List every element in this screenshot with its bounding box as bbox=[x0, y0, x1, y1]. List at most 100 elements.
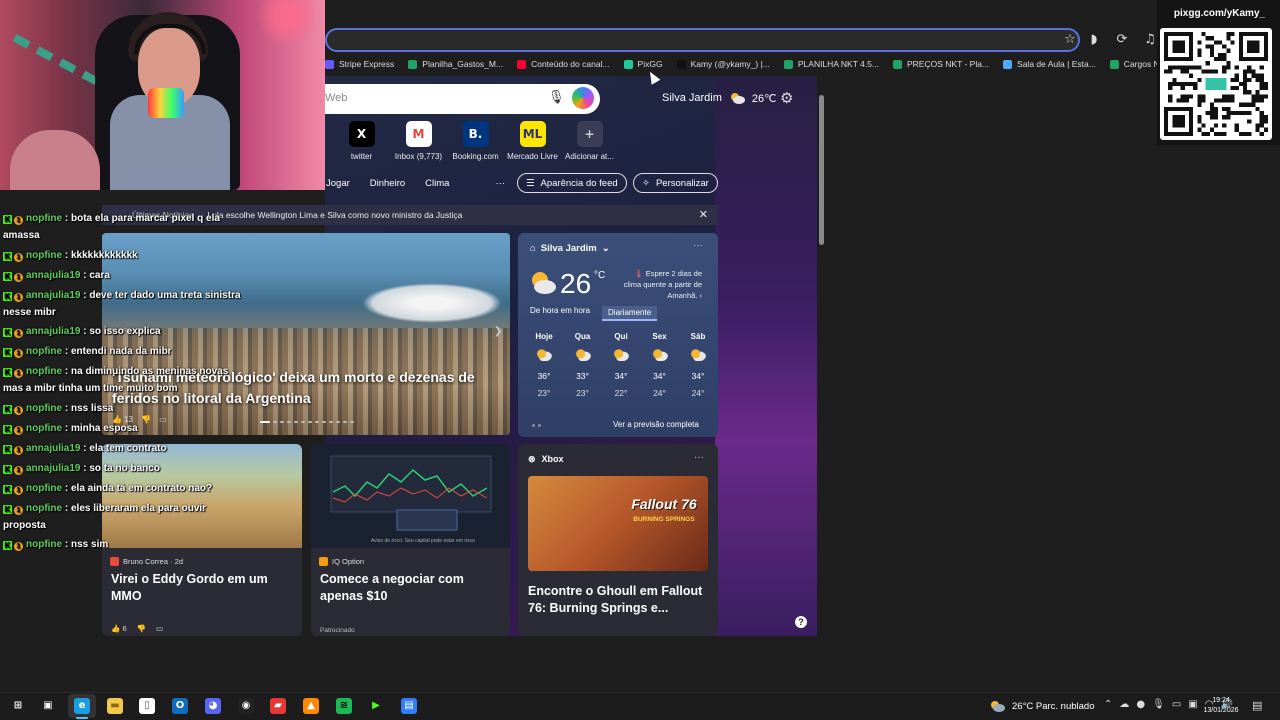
full-forecast-link[interactable]: Ver a previsão completa bbox=[613, 420, 699, 429]
carousel-dot[interactable] bbox=[260, 421, 270, 423]
dislike-icon[interactable]: 👎 bbox=[137, 624, 146, 633]
carousel-dot[interactable] bbox=[308, 421, 312, 423]
clock[interactable]: 19:24 13/01/2026 bbox=[1200, 696, 1242, 716]
outlook-icon[interactable]: O bbox=[172, 698, 188, 714]
chat-username[interactable]: nopfine bbox=[26, 539, 62, 550]
bookmark-item[interactable]: PREÇOS NKT - Pla... bbox=[893, 59, 989, 69]
ad-card-iq-option[interactable]: Aviso de risco: Seu capital pode estar e… bbox=[311, 444, 510, 636]
nav-item-dinheiro[interactable]: Dinheiro bbox=[370, 178, 405, 189]
quick-link-0[interactable]: Xtwitter bbox=[333, 121, 390, 161]
nav-more-icon[interactable]: ··· bbox=[495, 178, 505, 189]
chat-username[interactable]: nopfine bbox=[26, 346, 62, 357]
chat-username[interactable]: annajulia19 bbox=[26, 443, 80, 454]
carousel-dot[interactable] bbox=[336, 421, 340, 423]
chevron-right-icon[interactable]: ❯ bbox=[494, 326, 502, 337]
tab-hourly[interactable]: De hora em hora bbox=[530, 306, 590, 321]
forecast-day[interactable]: Hoje 36° 23° bbox=[528, 332, 560, 398]
app-icon[interactable]: ▤ bbox=[401, 698, 417, 714]
carousel-dot[interactable] bbox=[294, 421, 298, 423]
quick-link-3[interactable]: ML Mercado Livre bbox=[504, 121, 561, 161]
settings-gear-icon[interactable]: ⚙ bbox=[780, 89, 793, 107]
explorer-icon[interactable]: ▬ bbox=[107, 698, 123, 714]
nav-item-clima[interactable]: Clima bbox=[425, 178, 449, 189]
page-dot[interactable] bbox=[532, 424, 535, 427]
carousel-dot[interactable] bbox=[287, 421, 291, 423]
page-dot[interactable] bbox=[538, 424, 541, 427]
music-icon[interactable]: ♫ bbox=[1142, 32, 1158, 48]
chat-username[interactable]: nopfine bbox=[26, 403, 62, 414]
carousel-dots[interactable] bbox=[260, 421, 354, 423]
notepad-icon[interactable]: ▯ bbox=[139, 698, 155, 714]
chat-username[interactable]: nopfine bbox=[26, 503, 62, 514]
quick-link-4[interactable]: + Adicionar at... bbox=[561, 121, 618, 161]
card-title[interactable]: Encontre o Ghoull em Fallout 76: Burning… bbox=[528, 583, 714, 617]
streamlabs-icon[interactable]: ▰ bbox=[270, 698, 286, 714]
customize-button[interactable]: ✧ Personalizar bbox=[633, 173, 718, 193]
carousel-dot[interactable] bbox=[315, 421, 319, 423]
tray-weather[interactable]: 26°C Parc. nublado bbox=[988, 699, 1095, 713]
microphone-icon[interactable]: 🎙 bbox=[1152, 699, 1165, 710]
chat-username[interactable]: nopfine bbox=[26, 366, 62, 377]
chat-username[interactable]: nopfine bbox=[26, 213, 62, 224]
weather-page-dots[interactable] bbox=[532, 424, 541, 427]
bookmark-item[interactable]: PixGG bbox=[623, 59, 663, 69]
extension-icon[interactable]: ◗ bbox=[1086, 32, 1102, 48]
feed-appearance-button[interactable]: ☰ Aparência do feed bbox=[517, 173, 627, 193]
weather-alert[interactable]: 🌡 Espere 2 dias de clima quente a partir… bbox=[620, 268, 702, 301]
bookmark-item[interactable]: Planilha_Gastos_M... bbox=[408, 59, 503, 69]
card-title[interactable]: Virei o Eddy Gordo em um MMO bbox=[111, 571, 297, 605]
notification-icon[interactable]: ▤ bbox=[1252, 699, 1262, 712]
chat-username[interactable]: annajulia19 bbox=[26, 270, 80, 281]
carousel-dot[interactable] bbox=[322, 421, 326, 423]
carousel-dot[interactable] bbox=[329, 421, 333, 423]
carousel-dot[interactable] bbox=[343, 421, 347, 423]
forecast-day[interactable]: Sex 34° 24° bbox=[644, 332, 676, 398]
bookmark-item[interactable]: Cargos Ninjas - Pla... bbox=[1109, 59, 1160, 69]
vlc-icon[interactable]: ▲ bbox=[303, 698, 319, 714]
bookmark-item[interactable]: Stripe Express bbox=[325, 59, 394, 69]
carousel-dot[interactable] bbox=[273, 421, 277, 423]
start-icon[interactable]: ⊞ bbox=[10, 698, 26, 714]
comment-icon[interactable]: ▭ bbox=[156, 624, 163, 633]
carousel-dot[interactable] bbox=[280, 421, 284, 423]
microphone-icon[interactable]: 🎙 bbox=[548, 90, 565, 106]
carousel-dot[interactable] bbox=[350, 421, 354, 423]
help-icon[interactable]: ? bbox=[795, 616, 807, 628]
search-input[interactable]: Web bbox=[325, 92, 347, 104]
spotify-icon[interactable]: ≋ bbox=[336, 698, 352, 714]
card-title[interactable]: Comece a negociar com apenas $10 bbox=[320, 571, 506, 605]
bookmark-item[interactable]: PLANILHA NKT 4.5... bbox=[783, 59, 879, 69]
chat-username[interactable]: annajulia19 bbox=[26, 326, 80, 337]
quick-link-2[interactable]: B. Booking.com bbox=[447, 121, 504, 161]
copilot-icon[interactable] bbox=[572, 87, 594, 109]
news-card-xbox[interactable]: ⊗ Xbox ··· Fallout 76 BURNING SPRINGS En… bbox=[518, 444, 718, 636]
close-icon[interactable]: ✕ bbox=[699, 208, 708, 221]
carousel-dot[interactable] bbox=[301, 421, 305, 423]
chat-username[interactable]: nopfine bbox=[26, 423, 62, 434]
display-icon[interactable]: ▣ bbox=[1188, 699, 1197, 710]
kick-icon[interactable]: ▶ bbox=[368, 698, 384, 714]
monitor-icon[interactable]: ▭ bbox=[1172, 699, 1181, 710]
card-more-icon[interactable]: ··· bbox=[694, 452, 704, 463]
refresh-icon[interactable]: ⟳ bbox=[1114, 32, 1130, 48]
chat-username[interactable]: nopfine bbox=[26, 250, 62, 261]
bookmark-item[interactable]: Sala de Aula | Esta... bbox=[1003, 59, 1096, 69]
weather-card-location[interactable]: ⌂ Silva Jardim ⌄ bbox=[530, 243, 610, 254]
star-icon[interactable]: ☆ bbox=[1062, 32, 1078, 48]
obs-icon[interactable]: ◉ bbox=[238, 698, 254, 714]
header-weather[interactable]: Silva Jardim 26℃ bbox=[662, 91, 777, 105]
chat-username[interactable]: nopfine bbox=[26, 483, 62, 494]
like-icon[interactable]: 👍 6 bbox=[111, 624, 127, 633]
quick-link-1[interactable]: M Inbox (9,773) bbox=[390, 121, 447, 161]
bookmark-item[interactable]: Conteúdo do canal... bbox=[517, 59, 610, 69]
address-bar[interactable] bbox=[325, 28, 1080, 52]
chevron-up-icon[interactable]: ⌃ bbox=[1104, 699, 1112, 710]
taskview-icon[interactable]: ▣ bbox=[40, 698, 56, 714]
chat-username[interactable]: annajulia19 bbox=[26, 463, 80, 474]
weather-more-icon[interactable]: ··· bbox=[693, 240, 703, 251]
record-icon[interactable]: ● bbox=[1136, 699, 1145, 710]
nav-item-jogar[interactable]: Jogar bbox=[326, 178, 350, 189]
chat-username[interactable]: annajulia19 bbox=[26, 290, 80, 301]
tab-daily[interactable]: Diariamente bbox=[602, 306, 658, 321]
forecast-day[interactable]: Sáb 34° 24° bbox=[682, 332, 714, 398]
